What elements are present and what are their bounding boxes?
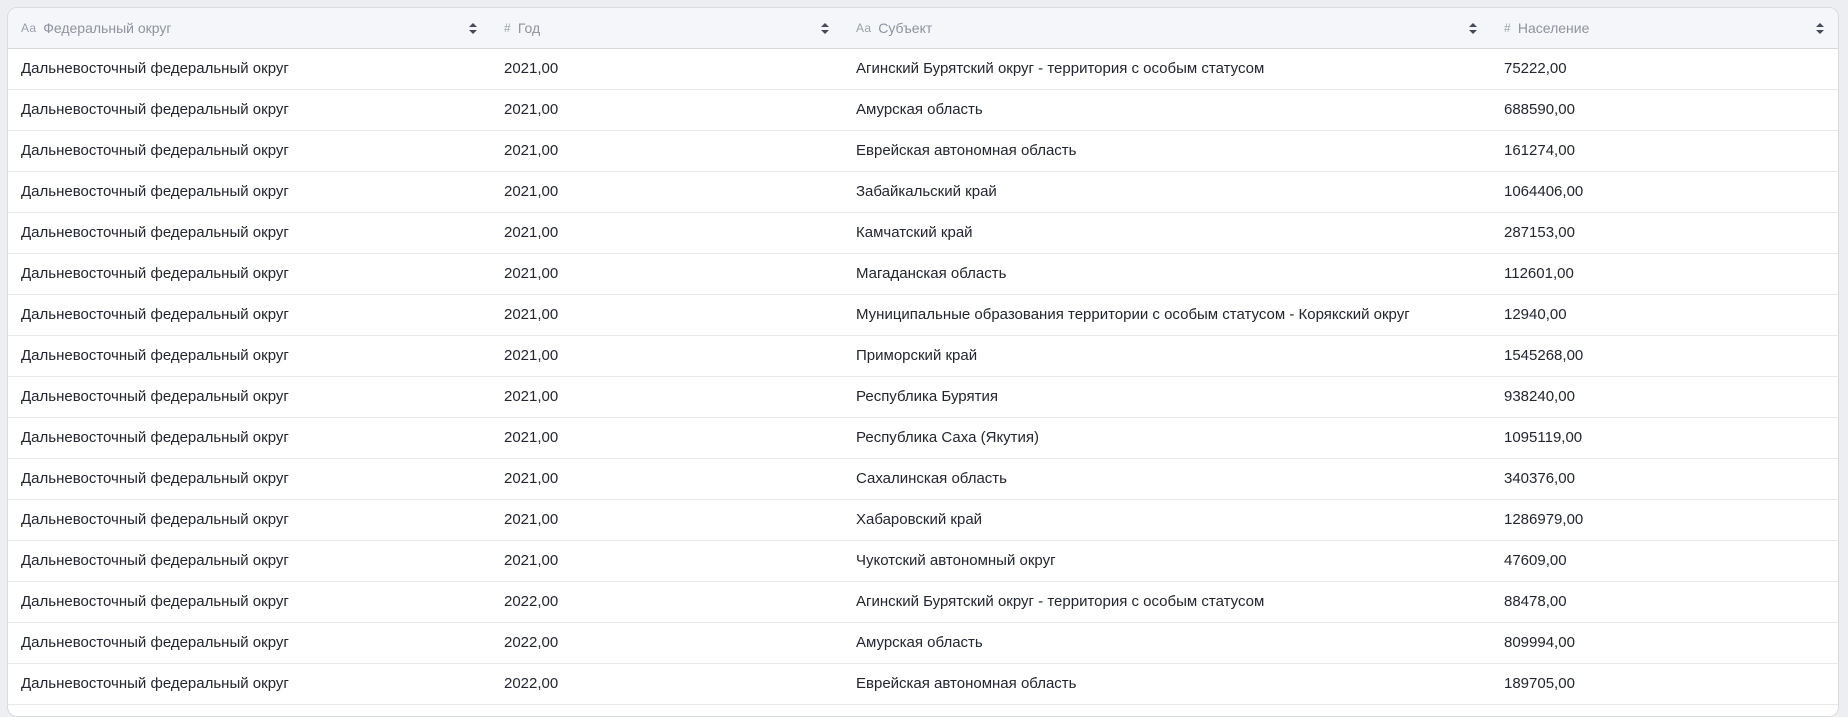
cell-population: 1064406,00	[1491, 172, 1838, 212]
cell-subject: Чукотский автономный округ	[843, 541, 1491, 581]
data-table-card: Аа Федеральный округ # Год Аа Субъект # …	[7, 7, 1839, 717]
table-row: Дальневосточный федеральный округ 2021,0…	[8, 500, 1838, 541]
cell-population: 938240,00	[1491, 377, 1838, 417]
table-row: Дальневосточный федеральный округ 2021,0…	[8, 295, 1838, 336]
cell-federal-district: Дальневосточный федеральный округ	[8, 418, 491, 458]
column-label: Федеральный округ	[43, 20, 171, 36]
cell-year: 2021,00	[491, 418, 843, 458]
cell-population: 809994,00	[1491, 623, 1838, 663]
table-row: Дальневосточный федеральный округ 2021,0…	[8, 418, 1838, 459]
cell-population: 688590,00	[1491, 90, 1838, 130]
cell-subject: Сахалинская область	[843, 459, 1491, 499]
sort-icon[interactable]	[459, 23, 477, 34]
cell-federal-district: Дальневосточный федеральный округ	[8, 582, 491, 622]
cell-federal-district: Дальневосточный федеральный округ	[8, 213, 491, 253]
table-header-row: Аа Федеральный округ # Год Аа Субъект # …	[8, 8, 1838, 49]
text-type-icon: Аа	[856, 21, 871, 35]
cell-federal-district: Дальневосточный федеральный округ	[8, 295, 491, 335]
table-row: Дальневосточный федеральный округ 2021,0…	[8, 541, 1838, 582]
cell-population: 112601,00	[1491, 254, 1838, 294]
cell-population: 1095119,00	[1491, 418, 1838, 458]
cell-year: 2021,00	[491, 500, 843, 540]
column-header-subject[interactable]: Аа Субъект	[843, 8, 1491, 48]
cell-federal-district: Дальневосточный федеральный округ	[8, 459, 491, 499]
cell-subject: Еврейская автономная область	[843, 131, 1491, 171]
cell-subject: Хабаровский край	[843, 500, 1491, 540]
number-type-icon: #	[1504, 21, 1511, 35]
cell-year: 2022,00	[491, 582, 843, 622]
table-row: Дальневосточный федеральный округ 2021,0…	[8, 49, 1838, 90]
cell-subject: Камчатский край	[843, 213, 1491, 253]
sort-icon[interactable]	[1459, 23, 1477, 34]
cell-year: 2021,00	[491, 131, 843, 171]
cell-subject: Амурская область	[843, 623, 1491, 663]
cell-population: 340376,00	[1491, 459, 1838, 499]
cell-population: 1286979,00	[1491, 500, 1838, 540]
cell-federal-district: Дальневосточный федеральный округ	[8, 377, 491, 417]
cell-federal-district: Дальневосточный федеральный округ	[8, 90, 491, 130]
number-type-icon: #	[504, 21, 511, 35]
cell-subject: Агинский Бурятский округ - территория с …	[843, 49, 1491, 89]
cell-subject: Еврейская автономная область	[843, 664, 1491, 704]
cell-federal-district: Дальневосточный федеральный округ	[8, 336, 491, 376]
table-row: Дальневосточный федеральный округ 2021,0…	[8, 172, 1838, 213]
cell-subject: Республика Саха (Якутия)	[843, 418, 1491, 458]
cell-subject: Приморский край	[843, 336, 1491, 376]
column-header-federal-district[interactable]: Аа Федеральный округ	[8, 8, 491, 48]
cell-year: 2021,00	[491, 49, 843, 89]
cell-federal-district: Дальневосточный федеральный округ	[8, 500, 491, 540]
cell-population: 189705,00	[1491, 664, 1838, 704]
cell-federal-district: Дальневосточный федеральный округ	[8, 49, 491, 89]
table-row: Дальневосточный федеральный округ 2021,0…	[8, 459, 1838, 500]
text-type-icon: Аа	[21, 21, 36, 35]
cell-population: 12940,00	[1491, 295, 1838, 335]
column-label: Субъект	[878, 20, 932, 36]
table-row: Дальневосточный федеральный округ 2021,0…	[8, 131, 1838, 172]
cell-subject: Забайкальский край	[843, 172, 1491, 212]
column-label: Население	[1518, 20, 1590, 36]
cell-population: 75222,00	[1491, 49, 1838, 89]
cell-subject: Магаданская область	[843, 254, 1491, 294]
table-row: Дальневосточный федеральный округ 2022,0…	[8, 582, 1838, 623]
cell-year: 2022,00	[491, 623, 843, 663]
cell-subject: Муниципальные образования территории с о…	[843, 295, 1491, 335]
cell-year: 2021,00	[491, 336, 843, 376]
column-header-year[interactable]: # Год	[491, 8, 843, 48]
table-row: Дальневосточный федеральный округ 2021,0…	[8, 377, 1838, 418]
cell-federal-district: Дальневосточный федеральный округ	[8, 541, 491, 581]
cell-year: 2021,00	[491, 90, 843, 130]
cell-subject: Агинский Бурятский округ - территория с …	[843, 582, 1491, 622]
cell-year: 2021,00	[491, 459, 843, 499]
table-body: Дальневосточный федеральный округ 2021,0…	[8, 49, 1838, 705]
cell-year: 2021,00	[491, 213, 843, 253]
table-row: Дальневосточный федеральный округ 2022,0…	[8, 623, 1838, 664]
cell-federal-district: Дальневосточный федеральный округ	[8, 623, 491, 663]
cell-population: 161274,00	[1491, 131, 1838, 171]
cell-federal-district: Дальневосточный федеральный округ	[8, 172, 491, 212]
cell-population: 287153,00	[1491, 213, 1838, 253]
table-row: Дальневосточный федеральный округ 2021,0…	[8, 254, 1838, 295]
cell-year: 2021,00	[491, 541, 843, 581]
column-label: Год	[518, 20, 540, 36]
cell-federal-district: Дальневосточный федеральный округ	[8, 131, 491, 171]
cell-population: 1545268,00	[1491, 336, 1838, 376]
cell-population: 88478,00	[1491, 582, 1838, 622]
table-row: Дальневосточный федеральный округ 2021,0…	[8, 336, 1838, 377]
cell-subject: Амурская область	[843, 90, 1491, 130]
column-header-population[interactable]: # Население	[1491, 8, 1838, 48]
cell-federal-district: Дальневосточный федеральный округ	[8, 254, 491, 294]
cell-subject: Республика Бурятия	[843, 377, 1491, 417]
sort-icon[interactable]	[1806, 23, 1824, 34]
cell-year: 2021,00	[491, 295, 843, 335]
cell-year: 2021,00	[491, 377, 843, 417]
cell-year: 2022,00	[491, 664, 843, 704]
sort-icon[interactable]	[811, 23, 829, 34]
table-row: Дальневосточный федеральный округ 2021,0…	[8, 90, 1838, 131]
cell-year: 2021,00	[491, 172, 843, 212]
cell-federal-district: Дальневосточный федеральный округ	[8, 664, 491, 704]
cell-population: 47609,00	[1491, 541, 1838, 581]
cell-year: 2021,00	[491, 254, 843, 294]
table-row: Дальневосточный федеральный округ 2021,0…	[8, 213, 1838, 254]
